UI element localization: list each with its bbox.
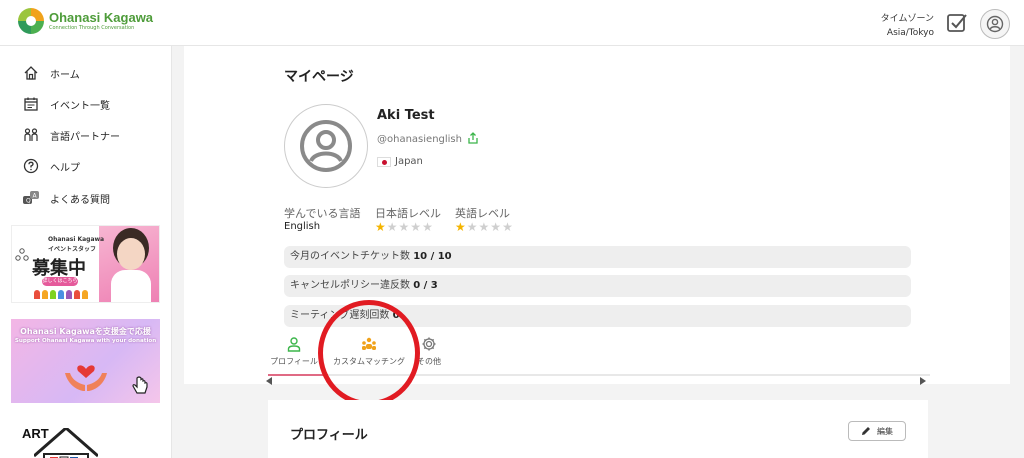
sidebar-item-home[interactable]: ホーム [22,64,80,82]
timezone-label: タイムゾーン [880,14,934,24]
banner-decoration [34,290,88,299]
person-icon [287,337,301,352]
stat-label: キャンセルポリシー違反数 [290,280,410,291]
edit-button[interactable]: 編集 [848,421,906,441]
sidebar-item-events[interactable]: イベント一覧 [22,95,110,113]
learning-language-label: 学んでいる言語 [284,207,361,220]
pencil-icon [862,427,870,435]
sidebar-item-label: よくある質問 [50,194,110,206]
japan-flag-icon [377,156,391,167]
brand-title: Ohanasi Kagawa [49,10,154,25]
donation-title: Ohanasi Kagawaを支援金で応援 [20,327,151,336]
banner-subtitle: イベントスタッフ [48,246,97,253]
brand-logo[interactable]: Ohanasi Kagawa Connection Through Conver… [18,8,153,34]
english-level-label: 英語レベル [455,207,510,220]
staff-recruit-banner[interactable]: Ohanasi Kagawa イベントスタッフ 募集中 詳しくはこちら [11,225,160,303]
sidebar-item-label: ヘルプ [50,162,80,174]
stat-cancel-violations: キャンセルポリシー違反数 0 / 3 [284,275,911,297]
profile-section-title: プロフィール [290,428,368,443]
star-icon: ★ [455,220,466,234]
stat-label: 今月のイベントチケット数 [290,251,410,262]
logo-mark-icon [18,8,44,34]
gear-icon [422,337,436,351]
user-circle-icon [986,15,1004,33]
art-house-icon [34,428,98,458]
sidebar-item-label: 言語パートナー [50,131,120,143]
star-icon: ★ [478,220,490,234]
tab-scroll-left-icon[interactable] [266,377,272,385]
tab-label: プロフィール [270,357,318,366]
user-handle-row: @ohanasienglish [377,132,479,147]
star-icon: ★ [422,220,433,234]
question-icon [22,157,40,175]
banner-details-button[interactable]: 詳しくはこちら [42,277,78,286]
sidebar: ホーム イベント一覧 言語パートナー ヘルプ QA よくある質問 Ohanasi… [0,46,172,458]
share-icon [468,132,478,144]
calendar-icon [22,95,40,113]
svg-text:Q: Q [26,198,31,205]
page-title: マイページ [284,69,354,85]
sidebar-item-label: イベント一覧 [50,100,110,112]
sidebar-item-help[interactable]: ヘルプ [22,157,80,175]
tab-profile[interactable]: プロフィール [268,336,320,367]
account-button[interactable] [980,9,1010,39]
user-handle: @ohanasienglish [377,134,462,145]
star-icon: ★ [502,220,513,234]
home-icon [22,64,40,82]
stat-value: 0 / 3 [413,280,438,291]
faq-icon: QA [22,189,40,207]
tab-scroll-right-icon[interactable] [920,377,926,385]
top-bar: Ohanasi Kagawa Connection Through Conver… [0,0,1024,46]
user-circle-icon [300,120,352,172]
annotation-circle [318,300,420,406]
hand-pointer-icon [132,376,148,394]
brand-subtitle: Connection Through Conversation [49,25,135,31]
stat-event-tickets: 今月のイベントチケット数 10 / 10 [284,246,911,268]
sidebar-item-label: ホーム [50,69,80,81]
profile-avatar[interactable] [284,104,368,188]
star-icon: ★ [386,220,398,234]
user-country: Japan [395,156,423,167]
timezone-value: Asia/Tokyo [886,28,934,38]
donation-banner[interactable]: Ohanasi Kagawaを支援金で応援 Support Ohanasi Ka… [11,319,160,403]
checkbox-icon [947,14,967,32]
star-icon: ★ [410,220,422,234]
edit-label: 編集 [877,426,893,436]
star-icon: ★ [490,220,502,234]
japanese-level-stars: ★ ★ ★ ★ ★ [375,221,433,233]
sidebar-item-language-partner[interactable]: 言語パートナー [22,126,120,144]
tab-active-indicator [268,374,328,376]
heart-hands-icon [65,365,107,391]
japanese-level-label: 日本語レベル [375,207,441,220]
user-country-row: Japan [377,156,423,167]
tab-label: その他 [417,357,441,366]
share-button[interactable] [467,132,479,147]
english-level-stars: ★ ★ ★ ★ ★ [455,221,513,233]
donation-subtitle: Support Ohanasi Kagawa with your donatio… [14,338,157,344]
stat-value: 10 / 10 [413,251,452,262]
star-icon: ★ [398,220,410,234]
people-network-icon [15,248,29,261]
learning-language-value: English [284,221,321,232]
people-icon [22,126,40,144]
sidebar-item-faq[interactable]: QA よくある質問 [22,189,110,207]
timezone-display: タイムゾーン Asia/Tokyo [881,12,934,40]
star-icon: ★ [466,220,478,234]
tasks-button[interactable] [946,12,968,34]
user-name: Aki Test [377,108,435,123]
banner-brand: Ohanasi Kagawa [48,236,105,243]
star-icon: ★ [375,220,386,234]
